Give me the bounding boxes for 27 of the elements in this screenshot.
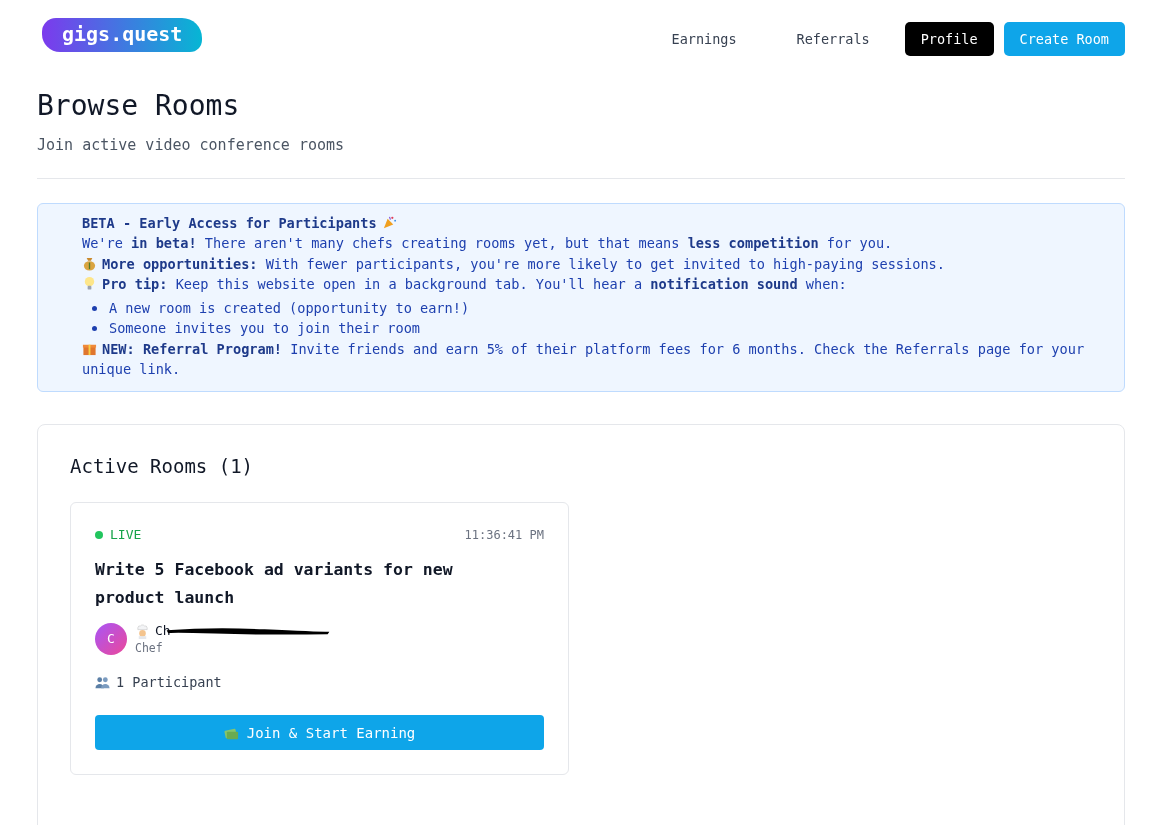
room-title: Write 5 Facebook ad variants for new product launch — [95, 559, 454, 610]
room-time: 11:36:41 PM — [464, 527, 544, 542]
chef-icon — [135, 624, 150, 640]
nav-link[interactable]: Referrals — [780, 22, 886, 56]
money-bag-icon — [82, 255, 97, 271]
section-title: Active Rooms (1) — [70, 455, 255, 478]
host-role: Chef — [135, 641, 164, 656]
page-subtitle: Join active video conference rooms — [37, 136, 346, 154]
banner-text: We're in beta! There aren't many chefs creating rooms yet, but that means less competition for you. — [82, 234, 893, 254]
host-avatar: C — [95, 622, 127, 655]
logo[interactable]: gigs.quest — [42, 18, 203, 52]
bullet-text: A new room is created (opportunity to earn!) — [109, 299, 470, 319]
live-status: LIVE — [110, 527, 142, 543]
bullet-text: Someone invites you to join their room — [109, 319, 420, 339]
people-icon — [95, 675, 110, 691]
light-bulb-icon — [82, 275, 97, 291]
banner-text: More opportunities: With fewer participants, you're more likely to get invited to high-paying sessions. — [102, 254, 945, 274]
banner-text: NEW: Referral Program! Invite friends and earn 5% of their platform fees for 6 months. Check the Referrals page for your unique link. — [82, 339, 1086, 380]
page-title: Browse Rooms — [37, 89, 241, 123]
banner-text: Pro tip: Keep this website open in a background tab. You'll hear a notification sound when: — [102, 274, 847, 294]
money-icon — [223, 726, 239, 742]
live-dot-icon — [95, 530, 103, 539]
banner-title: BETA - Early Access for Participants — [82, 214, 377, 233]
nav-link[interactable]: Earnings — [655, 22, 753, 56]
profile-button[interactable]: Profile — [904, 22, 994, 56]
party-popper-icon — [381, 215, 397, 230]
participant-count: 1 Participant — [116, 673, 222, 690]
